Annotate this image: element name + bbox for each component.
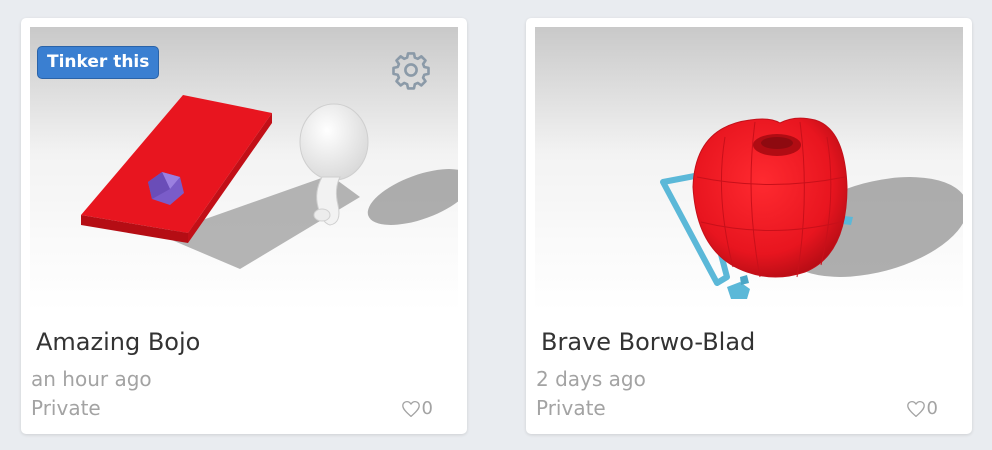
- gear-icon[interactable]: [390, 49, 432, 91]
- design-title[interactable]: Amazing Bojo: [36, 328, 200, 356]
- tinker-this-button[interactable]: Tinker this: [37, 46, 160, 79]
- heart-icon: [906, 400, 925, 417]
- design-privacy: Private: [31, 396, 101, 420]
- design-preview-image: [535, 27, 963, 311]
- heart-icon: [401, 400, 420, 417]
- like-button[interactable]: 0: [906, 398, 938, 419]
- design-timestamp: an hour ago: [31, 367, 152, 391]
- design-thumbnail[interactable]: Tinker this: [30, 27, 458, 311]
- like-count: 0: [421, 398, 433, 419]
- like-count: 0: [926, 398, 938, 419]
- design-title[interactable]: Brave Borwo-Blad: [541, 328, 755, 356]
- design-card-amazing-bojo[interactable]: Tinker this Amazing Bojo an hour ago Pri…: [21, 18, 467, 434]
- design-card-brave-borwo-blad[interactable]: Brave Borwo-Blad 2 days ago Private 0: [526, 18, 972, 434]
- design-thumbnail[interactable]: [535, 27, 963, 311]
- design-timestamp: 2 days ago: [536, 367, 646, 391]
- like-button[interactable]: 0: [401, 398, 433, 419]
- design-privacy: Private: [536, 396, 606, 420]
